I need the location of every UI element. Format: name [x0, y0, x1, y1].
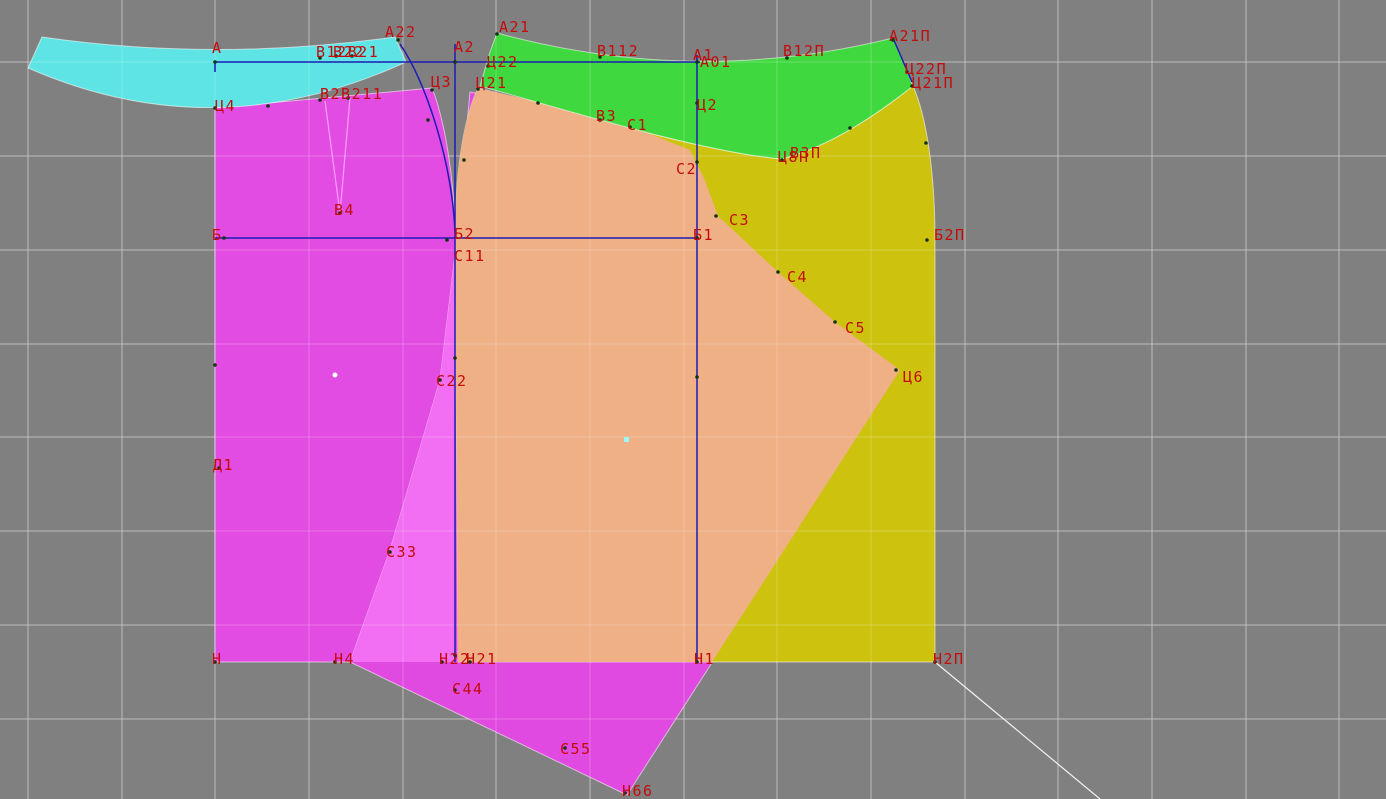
- point-label: В12П: [783, 42, 825, 60]
- point-label: А22: [385, 23, 417, 41]
- point-label: С5: [845, 319, 866, 337]
- point-label: Б1: [693, 226, 714, 244]
- point-marker: [453, 356, 457, 360]
- point-marker: [925, 238, 929, 242]
- point-label: В112: [597, 42, 639, 60]
- point-marker: [536, 101, 540, 105]
- point-marker: [266, 104, 270, 108]
- point-marker: [445, 238, 449, 242]
- point-label: В4: [334, 201, 355, 219]
- point-marker: [833, 320, 837, 324]
- point-label: Н66: [622, 782, 654, 799]
- point-label: А21: [499, 18, 531, 36]
- point-label: Ц21П: [912, 74, 954, 92]
- point-marker: [894, 368, 898, 372]
- point-label: Ц21: [476, 74, 508, 92]
- point-label: В22: [333, 43, 365, 61]
- point-label: Ц22: [487, 53, 519, 71]
- point-marker: [695, 375, 699, 379]
- point-label: Ц4: [215, 97, 236, 115]
- point-marker: [848, 126, 852, 130]
- point-label: С4: [787, 268, 808, 286]
- point-label: Б2: [454, 225, 475, 243]
- point-label: С3: [729, 211, 750, 229]
- point-label: С11: [454, 247, 486, 265]
- point-label: С44: [452, 680, 484, 698]
- point-label: Ц6: [903, 368, 924, 386]
- point-marker: [776, 270, 780, 274]
- point-label: Д1: [213, 456, 234, 474]
- point-label: В3: [596, 107, 617, 125]
- point-label: Н2П: [933, 650, 965, 668]
- point-marker: [714, 214, 718, 218]
- point-label: А2: [454, 38, 475, 56]
- point-marker: [924, 141, 928, 145]
- point-marker: [453, 60, 457, 64]
- point-label: А: [212, 39, 223, 57]
- point-label: Н21: [466, 650, 498, 668]
- point-label: С33: [386, 543, 418, 561]
- point-label: Ц3: [431, 73, 452, 91]
- point-label: С55: [560, 740, 592, 758]
- point-marker: [462, 158, 466, 162]
- point-marker: [213, 60, 217, 64]
- point-label: С2: [676, 160, 697, 178]
- point-marker: [222, 236, 226, 240]
- point-label: Б: [212, 226, 223, 244]
- point-label: В2В211: [320, 85, 383, 103]
- point-label: А21П: [889, 27, 931, 45]
- point-label: Н4: [334, 650, 355, 668]
- point-label: Б2П: [934, 226, 966, 244]
- center-marker: [332, 372, 338, 378]
- point-label: Н1: [694, 650, 715, 668]
- point-label: Ц2: [697, 96, 718, 114]
- point-marker: [426, 118, 430, 122]
- pattern-canvas[interactable]: А22 А21 А2 А В12В21 В22 Ц4 В2В211 Ц3 Ц21…: [0, 0, 1386, 799]
- point-label: С22: [436, 372, 468, 390]
- center-marker: [624, 437, 629, 442]
- point-label: С1: [627, 116, 648, 134]
- point-label: Н: [212, 650, 223, 668]
- point-label: А01: [700, 53, 732, 71]
- point-marker: [213, 363, 217, 367]
- point-label: В3П: [790, 144, 822, 162]
